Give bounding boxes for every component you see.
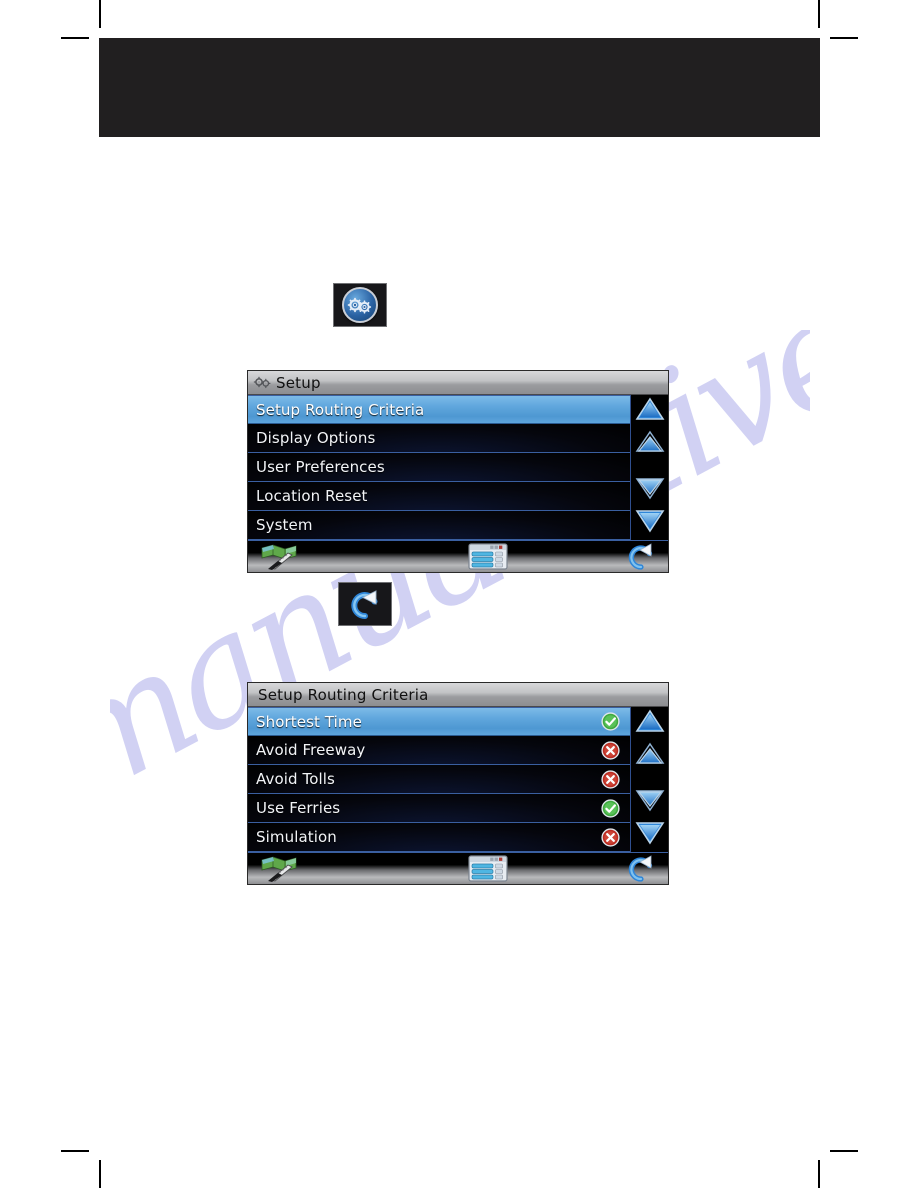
status-off-icon[interactable] (601, 740, 620, 760)
crop-mark-bottom-left-horizontal (61, 1150, 89, 1152)
routing-item-label: Avoid Freeway (256, 741, 366, 759)
menu-item-label: Display Options (256, 429, 376, 447)
menu-item-label: Setup Routing Criteria (256, 400, 425, 419)
setup-scroll-column (630, 395, 668, 540)
crop-mark-top-right-horizontal (830, 37, 858, 39)
routing-item-shortest-time[interactable]: Shortest Time (248, 707, 630, 736)
map-icon[interactable] (258, 541, 306, 571)
setup-screen-title: Setup (276, 373, 321, 392)
routing-item-label: Simulation (256, 828, 337, 846)
routing-screen-toolbar (248, 852, 668, 884)
page-up-arrow-icon[interactable] (635, 397, 665, 426)
map-icon[interactable] (258, 853, 306, 883)
routing-item-use-ferries[interactable]: Use Ferries (248, 794, 630, 823)
list-window-icon[interactable] (466, 853, 510, 883)
gear-icon (342, 287, 378, 323)
routing-screen-body: Shortest Time Avoid Freeway Avoid Tolls … (248, 707, 668, 852)
crop-mark-bottom-right-vertical (818, 1160, 820, 1188)
routing-criteria-list: Shortest Time Avoid Freeway Avoid Tolls … (248, 707, 630, 852)
setup-screen-titlebar: Setup (248, 371, 668, 395)
crop-mark-top-right-vertical (818, 0, 820, 28)
menu-item-label: System (256, 516, 313, 534)
crop-mark-bottom-left-vertical (99, 1160, 101, 1188)
sidebar-item-system[interactable]: System (248, 511, 630, 540)
status-on-icon[interactable] (601, 712, 620, 731)
setup-menu-list: Setup Routing Criteria Display Options U… (248, 395, 630, 540)
routing-item-avoid-tolls[interactable]: Avoid Tolls (248, 765, 630, 794)
setup-screen: Setup Setup Routing Criteria Display Opt… (247, 370, 669, 573)
sidebar-item-setup-routing-criteria[interactable]: Setup Routing Criteria (248, 395, 630, 424)
setup-screen-body: Setup Routing Criteria Display Options U… (248, 395, 668, 540)
status-on-icon[interactable] (601, 798, 620, 818)
page-down-arrow-icon[interactable] (635, 509, 665, 538)
page-header-banner (99, 38, 820, 137)
page-up-arrow-icon[interactable] (635, 709, 665, 738)
sidebar-item-location-reset[interactable]: Location Reset (248, 482, 630, 511)
routing-item-avoid-freeway[interactable]: Avoid Freeway (248, 736, 630, 765)
crop-mark-top-left-horizontal (61, 37, 89, 39)
routing-scroll-column (630, 707, 668, 852)
return-arrow-icon[interactable] (624, 541, 658, 571)
routing-item-label: Avoid Tolls (256, 770, 335, 788)
routing-screen-titlebar: Setup Routing Criteria (248, 683, 668, 707)
line-down-arrow-icon[interactable] (635, 789, 665, 818)
status-off-icon[interactable] (601, 769, 620, 789)
sidebar-item-display-options[interactable]: Display Options (248, 424, 630, 453)
routing-item-simulation[interactable]: Simulation (248, 823, 630, 852)
gear-icon (253, 375, 272, 391)
setup-icon-button[interactable] (333, 283, 387, 327)
line-down-arrow-icon[interactable] (635, 477, 665, 506)
setup-screen-toolbar (248, 540, 668, 572)
line-up-arrow-icon[interactable] (635, 741, 665, 770)
crop-mark-bottom-right-horizontal (830, 1150, 858, 1152)
page-down-arrow-icon[interactable] (635, 821, 665, 850)
routing-item-label: Shortest Time (256, 712, 362, 731)
routing-criteria-screen: Setup Routing Criteria Shortest Time Avo… (247, 682, 669, 885)
return-icon-button[interactable] (338, 582, 392, 626)
routing-screen-title: Setup Routing Criteria (258, 685, 429, 704)
crop-mark-top-left-vertical (99, 0, 101, 28)
line-up-arrow-icon[interactable] (635, 429, 665, 458)
menu-item-label: User Preferences (256, 458, 385, 476)
status-off-icon[interactable] (601, 827, 620, 847)
return-arrow-icon[interactable] (624, 853, 658, 883)
return-arrow-icon (347, 588, 383, 620)
routing-item-label: Use Ferries (256, 799, 341, 817)
list-window-icon[interactable] (466, 541, 510, 571)
sidebar-item-user-preferences[interactable]: User Preferences (248, 453, 630, 482)
menu-item-label: Location Reset (256, 487, 368, 505)
